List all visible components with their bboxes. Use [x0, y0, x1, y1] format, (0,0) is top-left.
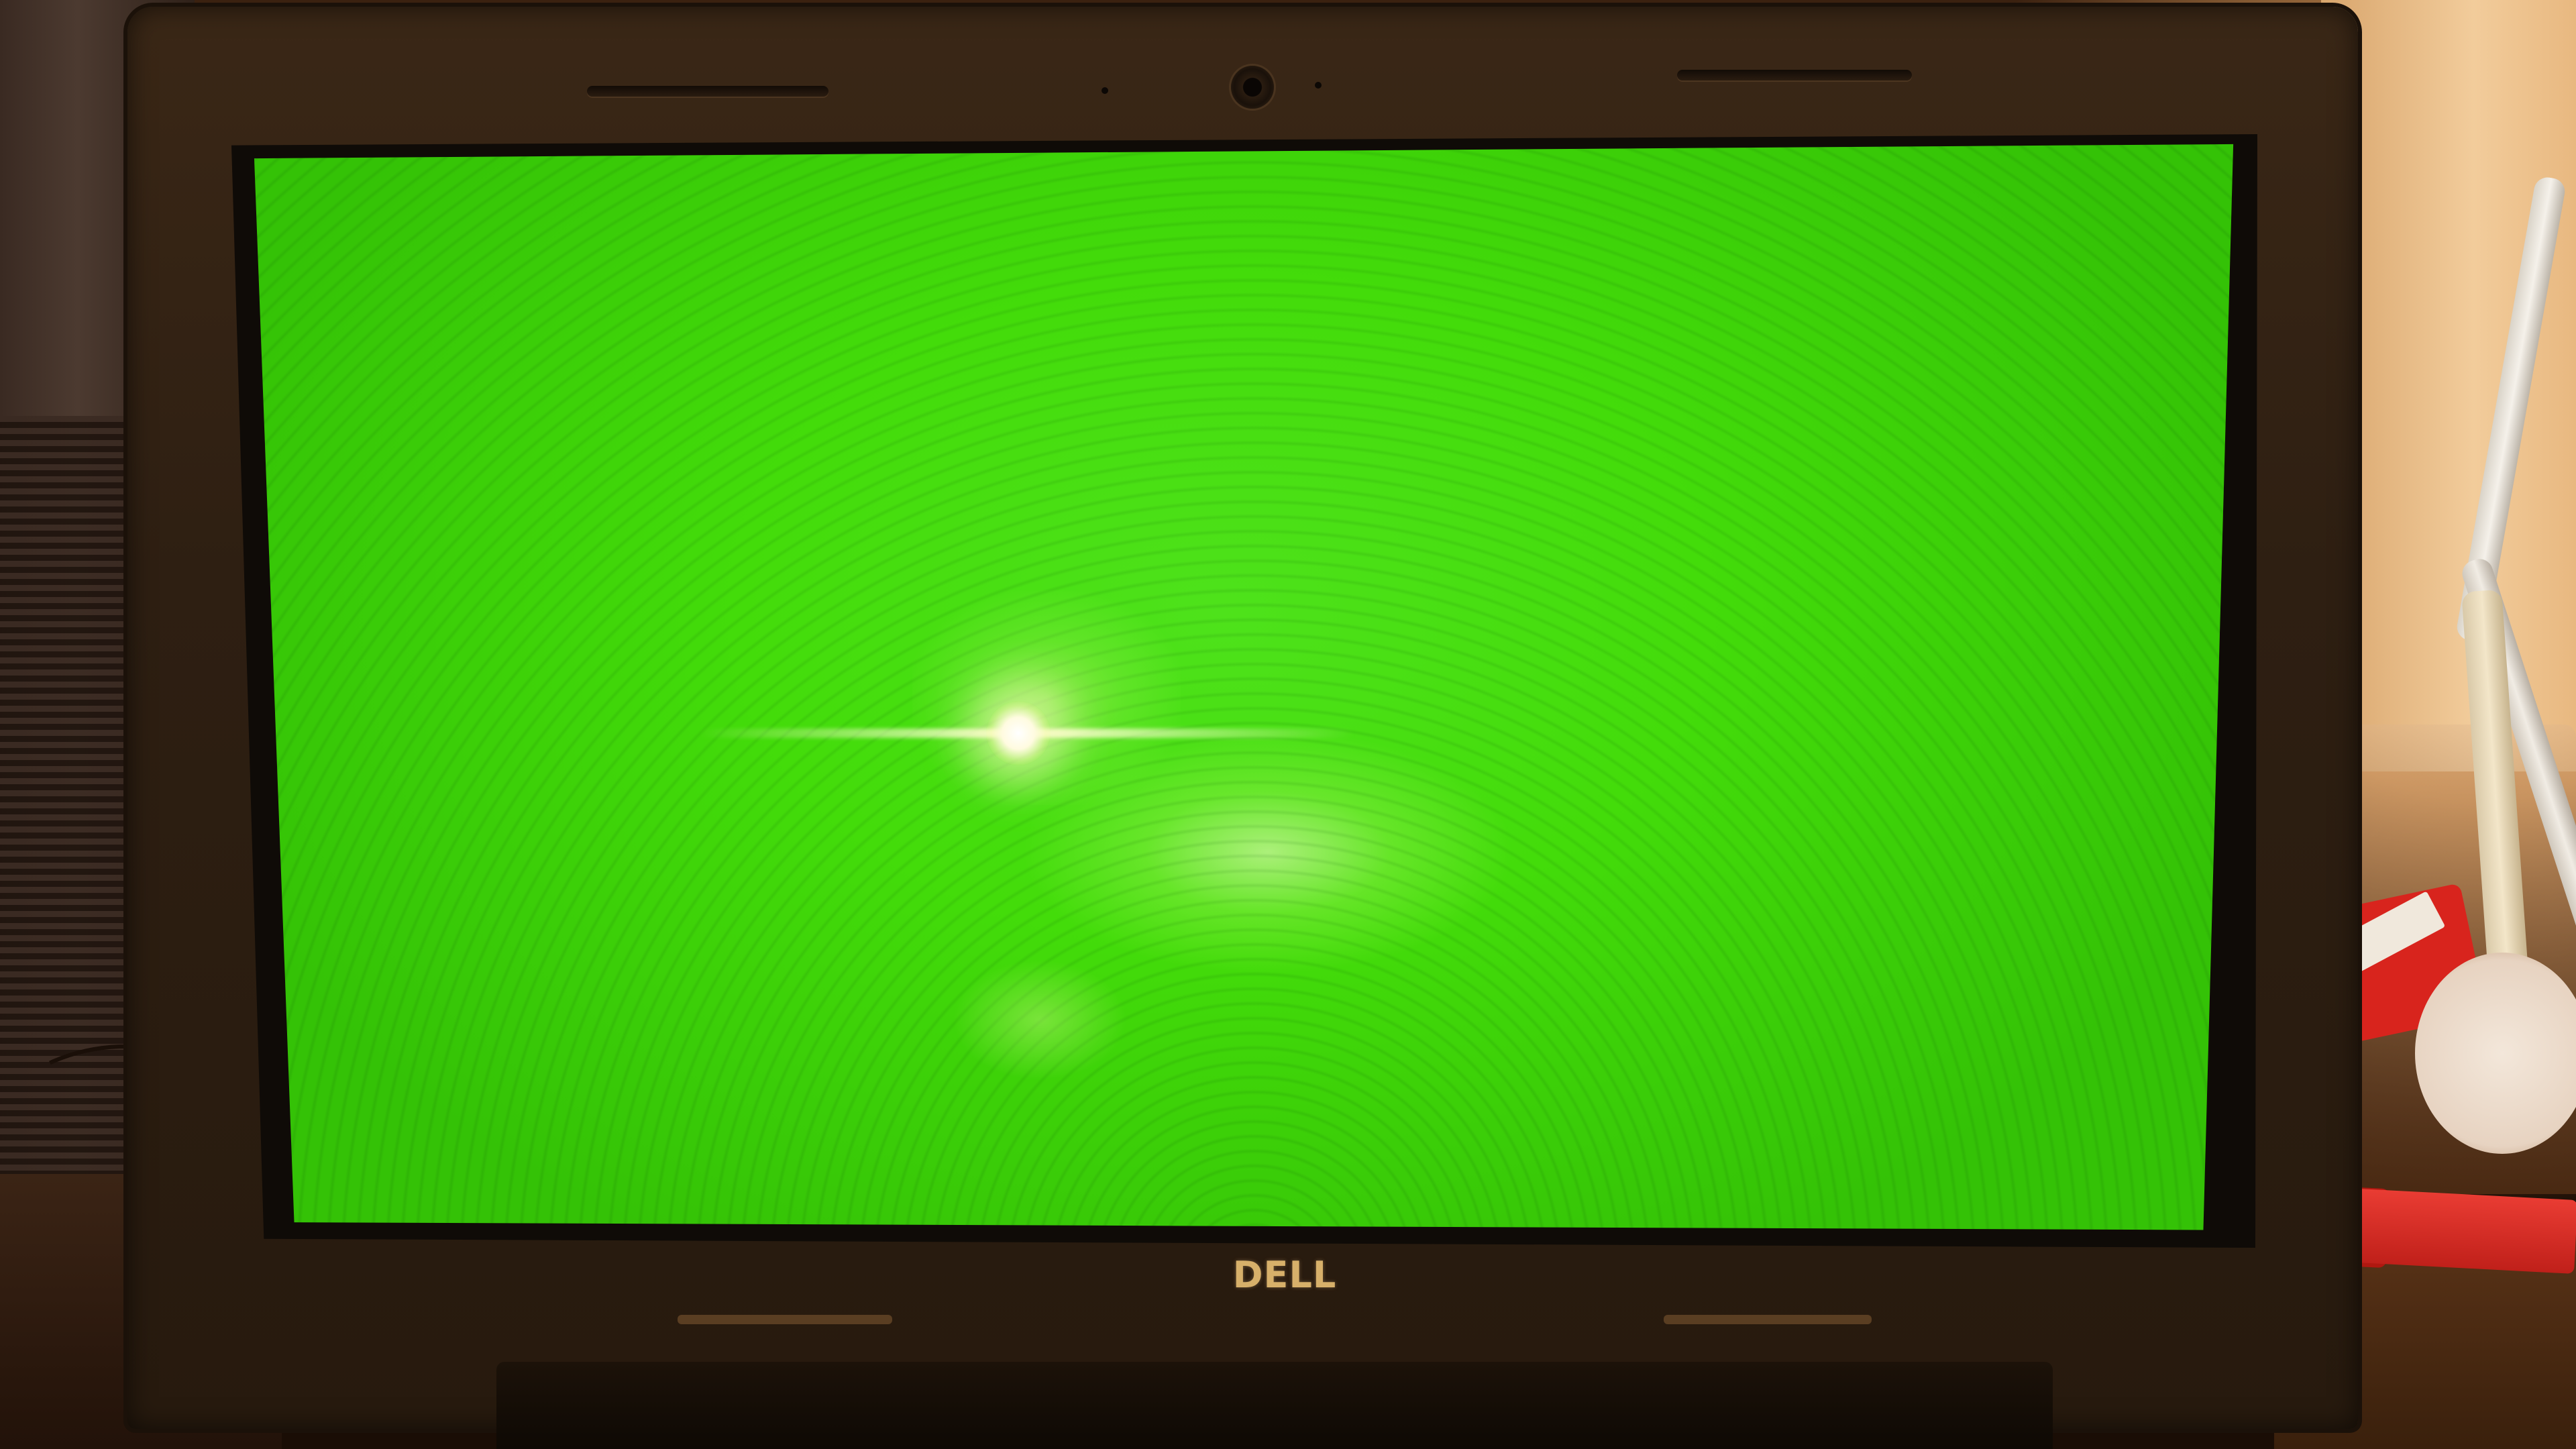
hinge-strip-left	[678, 1315, 892, 1324]
microphone-left	[1102, 87, 1108, 94]
laptop-hinge	[496, 1362, 2053, 1449]
webcam-icon	[1231, 66, 1274, 109]
light-reflection-halo	[912, 590, 1181, 805]
speaker-grille-right	[1677, 70, 1912, 80]
photo-scene: DELL	[0, 0, 2576, 1449]
webcam-indicator-light	[1315, 82, 1322, 89]
speaker-grille-left	[587, 86, 828, 97]
hinge-strip-right	[1664, 1315, 1872, 1324]
background-wall	[2321, 0, 2576, 771]
light-reflection-lower	[953, 959, 1127, 1080]
screen-moire-pattern	[254, 144, 2234, 1230]
glue-stick	[2343, 1188, 2576, 1274]
display-screen	[254, 144, 2234, 1230]
light-reflection-spot	[986, 701, 1051, 765]
dell-logo: DELL	[1232, 1254, 1337, 1296]
